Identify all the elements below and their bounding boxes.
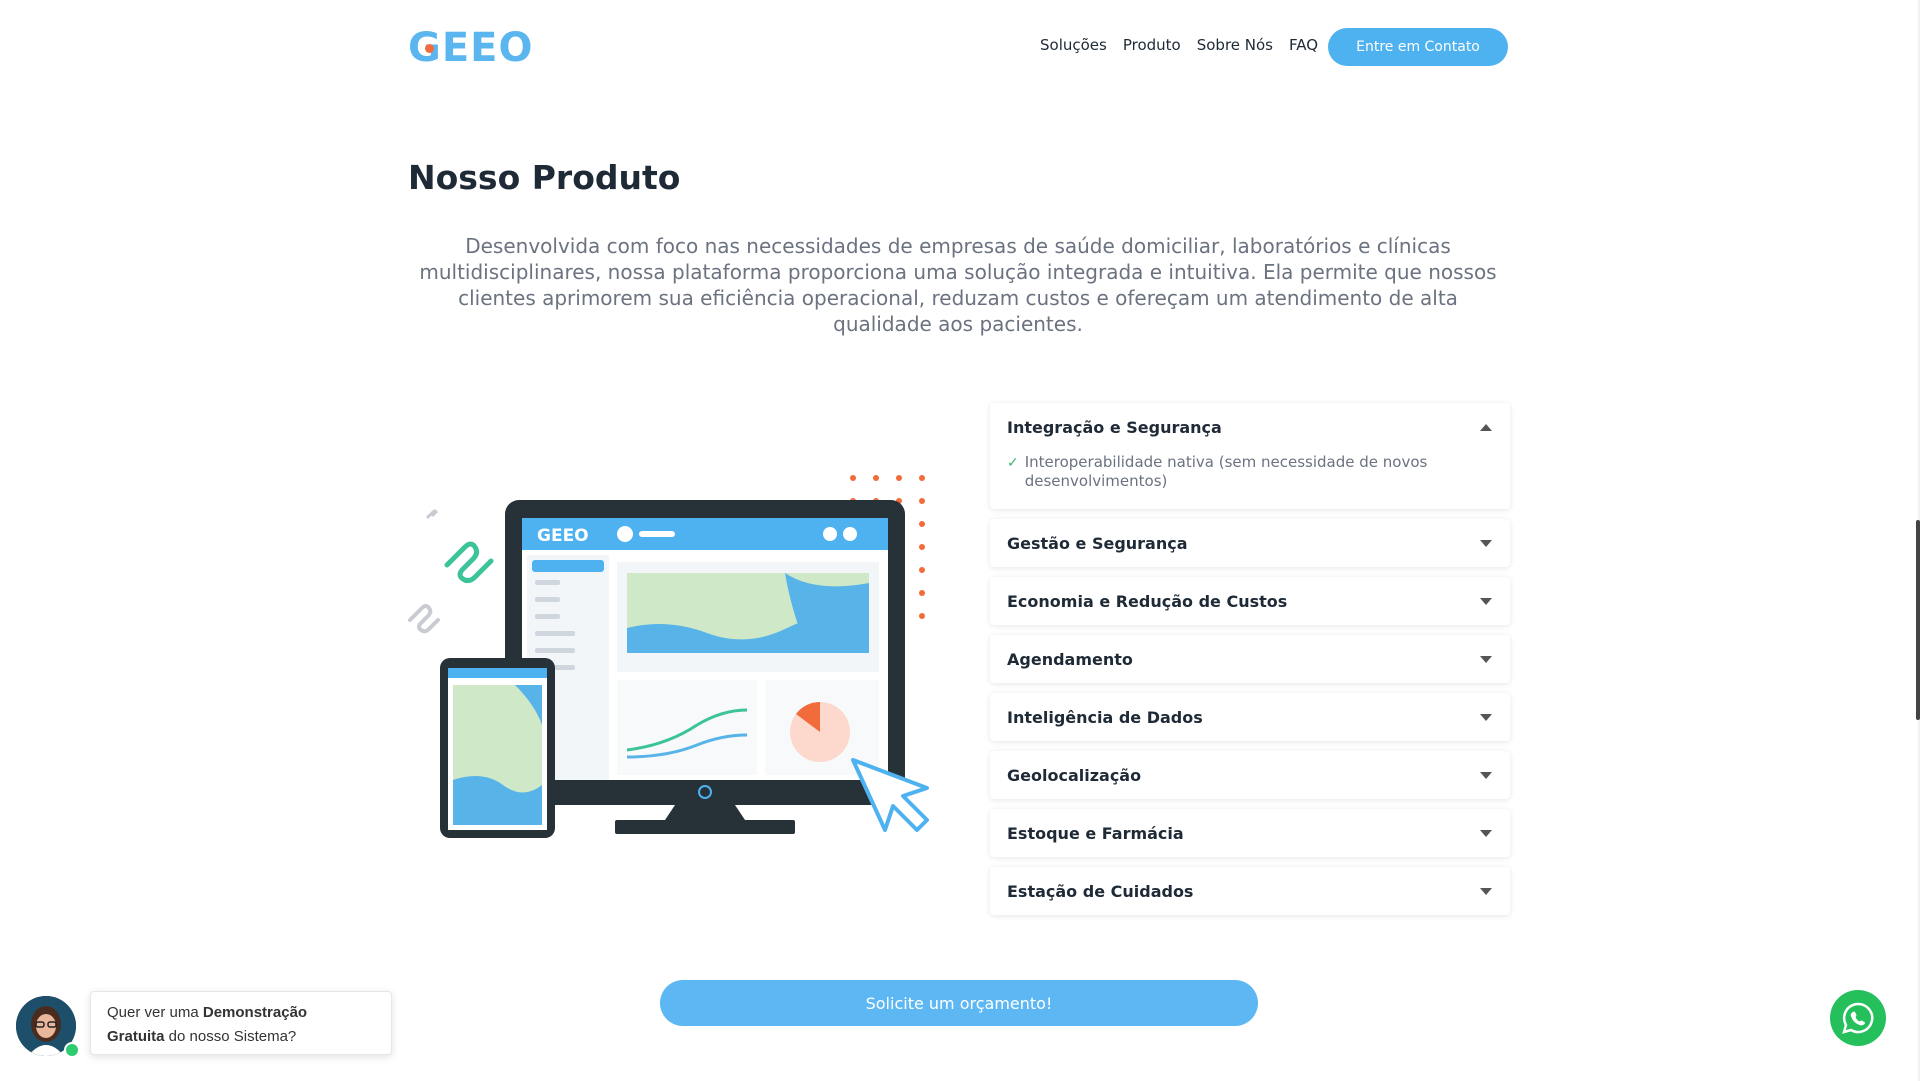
accordion-body-integracao: ✓ Interoperabilidade nativa (sem necessi…	[990, 451, 1510, 509]
accordion-header-integracao[interactable]: Integração e Segurança	[990, 403, 1510, 451]
accordion-label: Inteligência de Dados	[1007, 707, 1203, 727]
online-status-icon	[64, 1042, 80, 1058]
accordion-header-economia[interactable]: Economia e Redução de Custos	[990, 577, 1510, 625]
accordion-header-inteligencia[interactable]: Inteligência de Dados	[990, 693, 1510, 741]
squiggle-green	[444, 541, 494, 584]
accordion-label: Economia e Redução de Custos	[1007, 591, 1288, 611]
accordion-item-economia: Economia e Redução de Custos	[990, 577, 1510, 625]
chevron-down-icon	[1480, 539, 1492, 547]
chevron-up-icon	[1480, 423, 1492, 431]
chat-text-suffix: do nosso Sistema?	[164, 1028, 297, 1045]
chevron-down-icon	[1480, 829, 1492, 837]
nav-item-solucoes[interactable]: Soluções	[1040, 36, 1107, 54]
chevron-down-icon	[1480, 771, 1492, 779]
chevron-down-icon	[1480, 887, 1492, 895]
accordion-item-geolocalizacao: Geolocalização	[990, 751, 1510, 799]
nav-item-produto[interactable]: Produto	[1123, 36, 1181, 54]
accordion-item-estoque: Estoque e Farmácia	[990, 809, 1510, 857]
accordion-label: Agendamento	[1007, 649, 1133, 669]
squiggle-small	[425, 509, 438, 520]
accordion-item-integracao: Integração e Segurança ✓ Interoperabilid…	[990, 403, 1510, 509]
chat-popup[interactable]: Quer ver uma Demonstração Gratuita do nos…	[90, 991, 392, 1055]
accordion-item-agendamento: Agendamento	[990, 635, 1510, 683]
accordion-label: Estoque e Farmácia	[1007, 823, 1184, 843]
chevron-down-icon	[1480, 655, 1492, 663]
nav-item-sobre-nos[interactable]: Sobre Nós	[1197, 36, 1273, 54]
accordion-header-agendamento[interactable]: Agendamento	[990, 635, 1510, 683]
accordion-item-gestao: Gestão e Segurança	[990, 519, 1510, 567]
feature-accordion: Integração e Segurança ✓ Interoperabilid…	[990, 403, 1510, 925]
accordion-body-text: Interoperabilidade nativa (sem necessida…	[1024, 453, 1428, 490]
accordion-header-estacao[interactable]: Estação de Cuidados	[990, 867, 1510, 915]
logo[interactable]: GEEO	[408, 28, 533, 68]
logo-dot-icon	[425, 44, 434, 53]
accordion-item-estacao: Estação de Cuidados	[990, 867, 1510, 915]
nav-item-faq[interactable]: FAQ	[1289, 36, 1318, 54]
product-illustration: GEEO	[408, 475, 929, 838]
whatsapp-icon	[1842, 1002, 1874, 1034]
accordion-header-estoque[interactable]: Estoque e Farmácia	[990, 809, 1510, 857]
squiggle-grey	[408, 604, 440, 634]
request-quote-button[interactable]: Solicite um orçamento!	[660, 980, 1258, 1026]
accordion-label: Geolocalização	[1007, 765, 1142, 785]
accordion-item-inteligencia: Inteligência de Dados	[990, 693, 1510, 741]
check-icon: ✓	[1007, 455, 1019, 471]
accordion-header-geolocalizacao[interactable]: Geolocalização	[990, 751, 1510, 799]
chat-text-bold-2: Gratuita	[107, 1028, 165, 1045]
monitor-logo: GEEO	[537, 526, 589, 546]
intro-text: Desenvolvida com foco nas necessidades d…	[419, 234, 1497, 336]
accordion-header-gestao[interactable]: Gestão e Segurança	[990, 519, 1510, 567]
chat-text-bold-1: Demonstração	[202, 1004, 308, 1021]
whatsapp-button[interactable]	[1830, 990, 1886, 1046]
page: GEEO Soluções Produto Sobre Nós FAQ Entr…	[0, 0, 1920, 1081]
contact-button[interactable]: Entre em Contato	[1328, 28, 1508, 66]
main-nav: Soluções Produto Sobre Nós FAQ	[1040, 36, 1318, 54]
accordion-label: Gestão e Segurança	[1007, 533, 1188, 553]
accordion-label: Estação de Cuidados	[1007, 881, 1194, 901]
chevron-down-icon	[1480, 713, 1492, 721]
accordion-label: Integração e Segurança	[1007, 417, 1222, 437]
chat-text-prefix: Quer ver uma	[107, 1004, 203, 1021]
chevron-down-icon	[1480, 597, 1492, 605]
page-title: Nosso Produto	[408, 158, 681, 197]
scrollbar-thumb[interactable]	[1916, 520, 1920, 720]
